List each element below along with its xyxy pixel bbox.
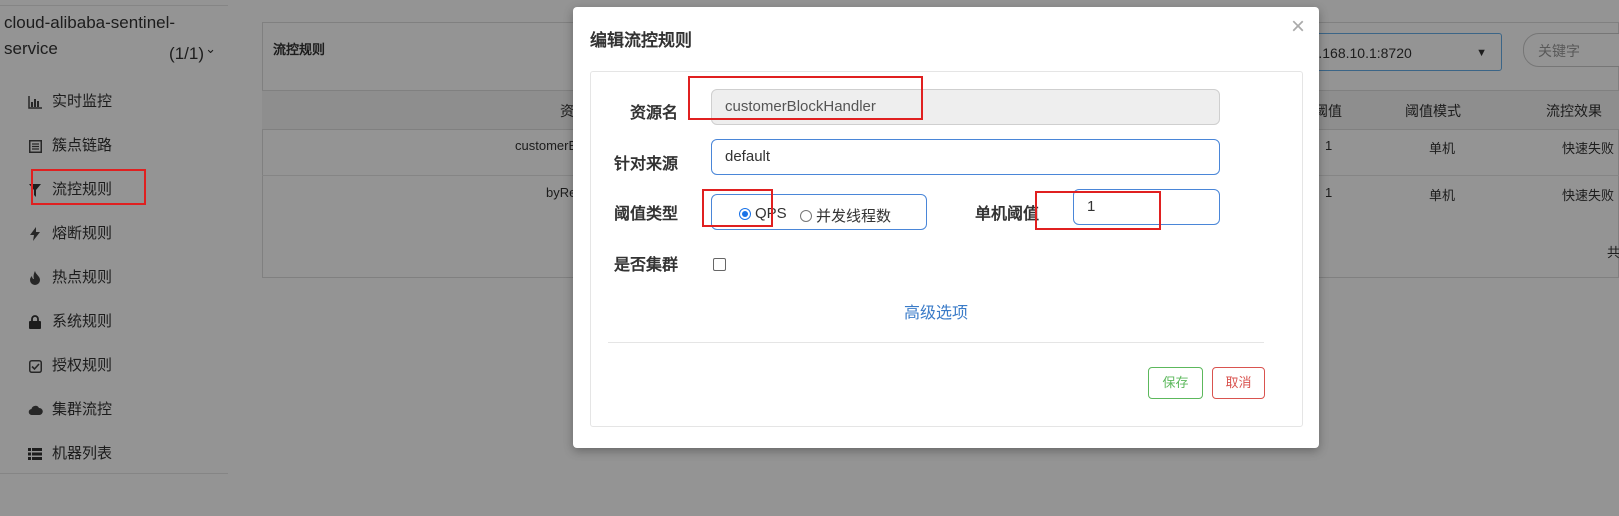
radio-unselected-icon [800,209,812,222]
source-label: 针对来源 [614,156,679,173]
cluster-checkbox[interactable] [713,258,726,271]
divider [608,342,1264,343]
source-value: default [725,148,771,165]
resource-name-label: 资源名 [630,105,679,122]
radio-qps[interactable]: QPS [739,205,787,222]
advanced-options-link[interactable]: 高级选项 [904,299,968,323]
cancel-button[interactable]: 取消 [1212,367,1265,399]
radio-qps-label: QPS [755,205,787,222]
save-button[interactable]: 保存 [1148,367,1203,399]
edit-flow-rule-dialog: 编辑流控规则 × 资源名 customerBlockHandler 针对来源 d… [573,7,1319,448]
dialog-title: 编辑流控规则 [590,31,692,50]
single-threshold-label: 单机阈值 [975,206,1040,223]
resource-name-field: customerBlockHandler [711,89,1220,125]
source-field[interactable]: default [711,139,1220,175]
radio-threads[interactable]: 并发线程数 [800,205,891,226]
dialog-form: 资源名 customerBlockHandler 针对来源 default 阈值… [590,71,1303,427]
threshold-type-label: 阈值类型 [614,206,679,223]
close-icon[interactable]: × [1291,13,1305,41]
threshold-type-radio-group: QPS 并发线程数 [711,194,927,230]
radio-threads-label: 并发线程数 [816,208,892,225]
resource-name-value: customerBlockHandler [725,98,876,115]
single-threshold-field[interactable]: 1 [1073,189,1220,225]
cluster-label: 是否集群 [614,257,679,274]
radio-selected-icon [739,207,751,220]
single-threshold-value: 1 [1087,198,1096,215]
